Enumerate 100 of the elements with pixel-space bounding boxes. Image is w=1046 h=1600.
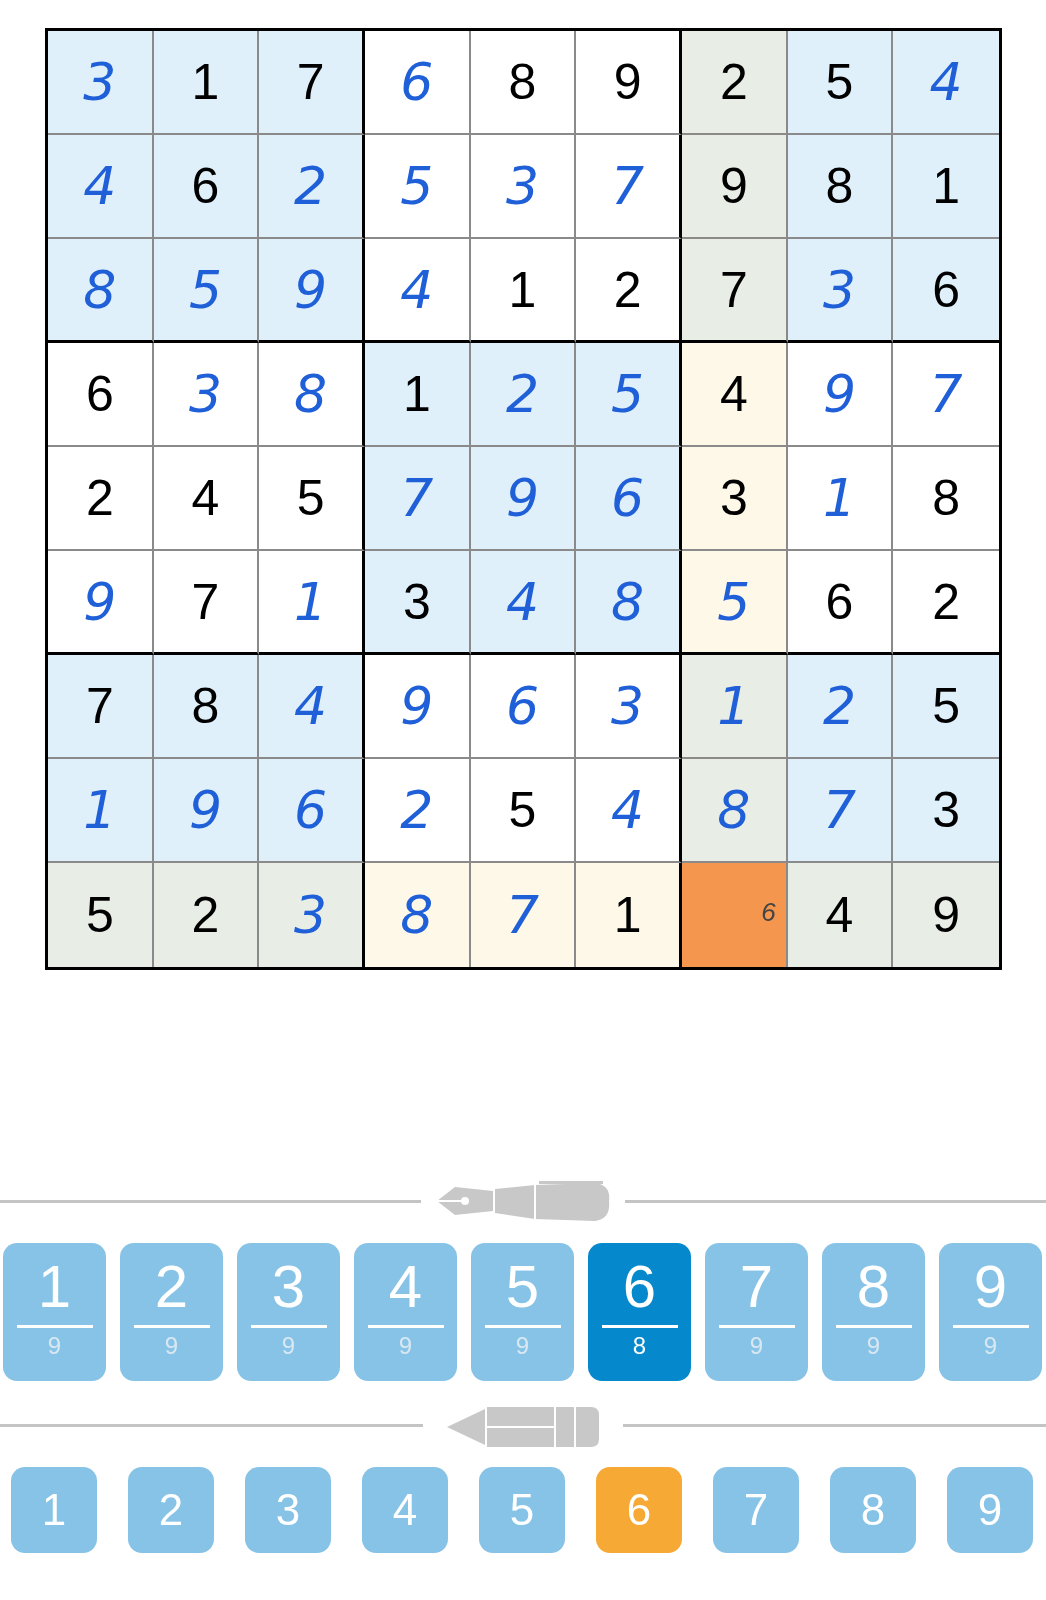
grid-cell[interactable]: 8	[682, 759, 788, 863]
grid-cell[interactable]: 1	[153, 31, 260, 135]
grid-cell[interactable]: 9	[682, 135, 788, 239]
grid-cell[interactable]: 5	[259, 447, 365, 551]
grid-cell[interactable]: 6	[787, 551, 894, 655]
grid-cell[interactable]: 5	[470, 759, 577, 863]
grid-cell[interactable]: 4	[48, 135, 154, 239]
grid-cell[interactable]: 8	[365, 863, 471, 967]
grid-cell[interactable]: 4	[576, 759, 682, 863]
grid-cell[interactable]: 5	[48, 863, 154, 967]
given-digit: 8	[508, 57, 537, 107]
grid-cell[interactable]: 3	[259, 863, 365, 967]
given-digit: 7	[719, 264, 748, 315]
key-count: 9	[515, 1334, 530, 1358]
grid-cell[interactable]: 4	[682, 343, 788, 447]
grid-cell[interactable]: 1	[470, 239, 577, 343]
grid-cell[interactable]: 1	[893, 135, 999, 239]
given-digit: 1	[191, 57, 220, 107]
grid-cell[interactable]: 4	[470, 551, 577, 655]
grid-cell[interactable]: 6	[470, 655, 577, 759]
grid-cell[interactable]: 3	[893, 759, 999, 863]
grid-cell[interactable]: 4	[153, 447, 260, 551]
grid-cell[interactable]: 3	[365, 551, 471, 655]
grid-cell[interactable]: 3	[153, 343, 260, 447]
grid-cell[interactable]: 4	[893, 31, 999, 135]
entered-digit: 7	[400, 472, 434, 524]
grid-cell[interactable]: 2	[682, 31, 788, 135]
grid-cell[interactable]: 6	[576, 447, 682, 551]
grid-cell[interactable]: 9	[48, 551, 154, 655]
grid-cell[interactable]: 4	[259, 655, 365, 759]
grid-cell[interactable]: 9	[153, 759, 260, 863]
grid-cell[interactable]: 7	[787, 759, 894, 863]
grid-cell[interactable]: 6	[365, 31, 471, 135]
given-digit: 7	[296, 57, 325, 107]
grid-cell[interactable]: 6	[893, 239, 999, 343]
grid-cell[interactable]: 1	[787, 447, 894, 551]
grid-cell[interactable]: 8	[48, 239, 154, 343]
given-digit: 2	[85, 473, 114, 523]
grid-cell[interactable]: 8	[153, 655, 260, 759]
entered-digit: 7	[611, 160, 645, 212]
grid-cell[interactable]: 3	[682, 447, 788, 551]
key-digit: 1	[37, 1257, 72, 1317]
grid-cell[interactable]: 7	[365, 447, 471, 551]
grid-cell[interactable]: 6	[153, 135, 260, 239]
grid-cell[interactable]: 2	[470, 343, 577, 447]
grid-cell[interactable]: 3	[48, 31, 154, 135]
grid-cell[interactable]: 2	[365, 759, 471, 863]
grid-cell[interactable]: 2	[259, 135, 365, 239]
grid-cell[interactable]: 2	[153, 863, 260, 967]
grid-cell[interactable]: 7	[576, 135, 682, 239]
given-digit: 1	[402, 369, 431, 419]
grid-cell[interactable]: 8	[259, 343, 365, 447]
entered-digit: 9	[505, 472, 540, 524]
given-digit: 8	[191, 681, 220, 731]
grid-cell[interactable]: 5	[787, 31, 894, 135]
grid-cell[interactable]: 4	[365, 239, 471, 343]
grid-cell[interactable]: 9	[893, 863, 999, 967]
grid-cell[interactable]: 1	[259, 551, 365, 655]
grid-cell[interactable]: 9	[365, 655, 471, 759]
given-digit: 2	[613, 264, 642, 315]
grid-cell[interactable]: 9	[787, 343, 894, 447]
grid-cell[interactable]: 6	[48, 343, 154, 447]
grid-cell[interactable]: 9	[470, 447, 577, 551]
grid-cell[interactable]: 7	[470, 863, 577, 967]
grid-cell[interactable]: 1	[576, 863, 682, 967]
grid-cell[interactable]: 2	[576, 239, 682, 343]
entered-digit: 6	[294, 784, 328, 836]
grid-cell[interactable]: 1	[682, 655, 788, 759]
grid-cell[interactable]: 5	[682, 551, 788, 655]
given-digit: 1	[932, 161, 961, 211]
entered-digit: 1	[294, 575, 328, 628]
grid-cell[interactable]: 1	[365, 343, 471, 447]
grid-cell[interactable]: 5	[893, 655, 999, 759]
grid-cell[interactable]: 8	[787, 135, 894, 239]
grid-cell[interactable]: 7	[153, 551, 260, 655]
entered-digit: 3	[83, 56, 117, 108]
grid-cell[interactable]: 3	[787, 239, 894, 343]
grid-cell[interactable]: 3	[576, 655, 682, 759]
grid-cell[interactable]: 2	[48, 447, 154, 551]
grid-cell[interactable]: 7	[48, 655, 154, 759]
grid-cell[interactable]: 1	[48, 759, 154, 863]
entered-digit: 3	[611, 680, 645, 732]
grid-cell[interactable]: 8	[470, 31, 577, 135]
pen-digit-key[interactable]: 6 8	[588, 1243, 691, 1381]
grid-cell[interactable]: 4	[787, 863, 894, 967]
grid-cell[interactable]: 5	[576, 343, 682, 447]
grid-cell[interactable]: 2	[787, 655, 894, 759]
grid-cell[interactable]: 9	[259, 239, 365, 343]
grid-cell[interactable]: 9	[576, 31, 682, 135]
grid-cell[interactable]: 7	[682, 239, 788, 343]
grid-cell[interactable]: 8	[576, 551, 682, 655]
entered-digit: 2	[822, 680, 857, 732]
grid-cell[interactable]: 3	[470, 135, 577, 239]
entered-digit: 6	[611, 472, 645, 524]
grid-cell[interactable]: 5	[153, 239, 260, 343]
given-digit: 1	[613, 890, 642, 940]
grid-cell[interactable]: 7	[259, 31, 365, 135]
grid-cell[interactable]: 6	[259, 759, 365, 863]
grid-cell[interactable]: 6	[682, 863, 788, 967]
grid-cell[interactable]: 5	[365, 135, 471, 239]
